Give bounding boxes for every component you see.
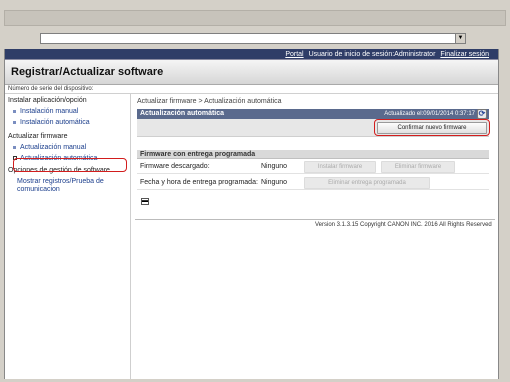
downloaded-value: Ninguno bbox=[261, 163, 288, 170]
remote-ui-page: Portal Usuario de inicio de sesión:Admin… bbox=[4, 49, 499, 379]
row-downloaded: Firmware descargado: Ninguno Instalar fi… bbox=[137, 160, 489, 174]
scheduled-value: Ninguno bbox=[261, 179, 288, 186]
sidebar-item-label: Instalación automática bbox=[20, 119, 90, 126]
delete-scheduled-button[interactable]: Eliminar entrega programada bbox=[304, 177, 430, 189]
delete-firmware-button[interactable]: Eliminar firmware bbox=[381, 161, 455, 173]
refresh-icon[interactable]: ⟳ bbox=[477, 109, 487, 119]
page-title: Registrar/Actualizar software bbox=[11, 66, 164, 78]
browser-chrome: ▼ bbox=[0, 0, 510, 49]
sidebar-item-label: Mostrar registros/Prueba de comunicacion bbox=[17, 178, 104, 193]
top-navigation: Portal Usuario de inicio de sesión:Admin… bbox=[5, 49, 498, 60]
toolbar-area bbox=[4, 10, 506, 26]
address-dropdown[interactable]: ▼ bbox=[40, 33, 466, 44]
panel-body: Confirmar nuevo firmware bbox=[137, 119, 490, 137]
sidebar-section-install: Instalar aplicación/opción bbox=[8, 97, 87, 104]
sidebar-item-label: Actualización manual bbox=[20, 144, 87, 151]
logout-link[interactable]: Finalizar sesión bbox=[440, 51, 489, 58]
portal-link[interactable]: Portal bbox=[285, 51, 303, 58]
panel-header: Actualización automática Actualizado el:… bbox=[137, 109, 489, 119]
bullet-icon bbox=[13, 120, 16, 124]
sidebar-item-manual-update[interactable]: Actualización manual bbox=[5, 142, 130, 153]
serial-number-label: Número de serie del dispositivo: bbox=[5, 85, 498, 94]
bullet-icon bbox=[13, 145, 16, 149]
downloaded-label: Firmware descargado: bbox=[140, 163, 210, 170]
sidebar-section-firmware: Actualizar firmware bbox=[8, 133, 68, 140]
row-scheduled: Fecha y hora de entrega programada: Ning… bbox=[137, 176, 489, 190]
last-updated: Actualizado el:09/01/2014 0:37:17 bbox=[384, 111, 475, 117]
scheduled-label: Fecha y hora de entrega programada: bbox=[140, 179, 258, 186]
chevron-down-icon[interactable]: ▼ bbox=[455, 34, 465, 43]
sidebar-item-label: Instalación manual bbox=[20, 108, 79, 115]
highlight-outline-button bbox=[374, 119, 490, 136]
highlight-outline-sidebar bbox=[13, 158, 127, 172]
schedule-section-title: Firmware con entrega programada bbox=[137, 150, 489, 159]
sidebar: Instalar aplicación/opción Instalación m… bbox=[5, 94, 131, 379]
sidebar-item-logs[interactable]: Mostrar registros/Prueba de comunicacion bbox=[5, 176, 130, 194]
footer-divider bbox=[135, 219, 495, 220]
collapse-icon[interactable]: ▬ bbox=[141, 198, 149, 205]
login-user-label: Usuario de inicio de sesión:Administrato… bbox=[308, 51, 436, 58]
breadcrumb: Actualizar firmware > Actualización auto… bbox=[137, 98, 282, 105]
page-header: Registrar/Actualizar software bbox=[5, 60, 498, 85]
panel-title: Actualización automática bbox=[140, 110, 225, 117]
copyright-text: Version 3.1.3.15 Copyright CANON INC. 20… bbox=[315, 222, 492, 228]
bullet-icon bbox=[13, 109, 16, 113]
install-firmware-button[interactable]: Instalar firmware bbox=[304, 161, 376, 173]
sidebar-item-manual-install[interactable]: Instalación manual bbox=[5, 106, 130, 117]
sidebar-item-auto-install[interactable]: Instalación automática bbox=[5, 117, 130, 128]
main-content: Actualizar firmware > Actualización auto… bbox=[135, 94, 495, 379]
